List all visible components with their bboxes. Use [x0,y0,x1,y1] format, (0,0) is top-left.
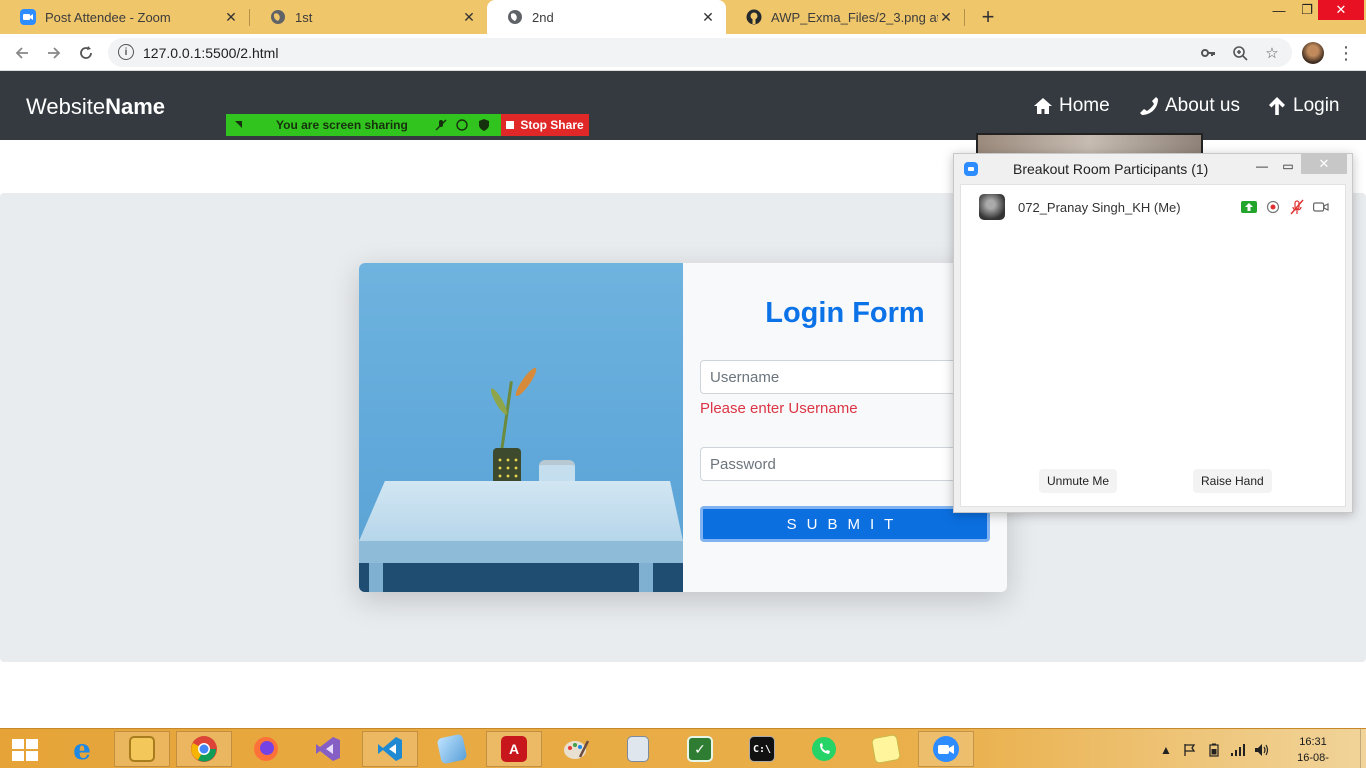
stop-share-button[interactable]: Stop Share [501,114,589,136]
windows-taskbar: e A ✓ C:\ ▲ 16:31 16-08-2020 [0,728,1366,768]
record-circle-icon[interactable] [455,118,469,132]
start-button[interactable] [12,739,39,761]
url-text: 127.0.0.1:5500/2.html [143,45,279,61]
record-icon [1265,199,1281,215]
file-explorer-icon[interactable] [114,731,170,767]
profile-avatar[interactable] [1302,42,1324,64]
window-close-button[interactable]: ✕ [1318,0,1364,20]
volume-icon[interactable] [1254,742,1270,758]
info-icon[interactable]: i [118,44,134,60]
acrobat-icon[interactable]: A [486,731,542,767]
stop-icon [506,121,515,129]
firefox-icon[interactable] [238,731,294,767]
show-desktop-button[interactable] [1360,729,1366,768]
reload-button[interactable] [74,41,98,65]
flag-icon[interactable] [1182,742,1198,758]
notepad-icon[interactable] [424,731,480,767]
zoom-window-title: Breakout Room Participants (1) [1013,161,1209,177]
globe-icon [507,9,523,25]
submit-button[interactable]: SUBMIT [700,506,990,542]
arrow-right-icon [48,47,61,59]
close-icon[interactable]: ✕ [223,9,239,25]
nav-link-about[interactable]: About us [1139,95,1240,117]
zoom-magnifier-icon[interactable] [1230,43,1250,63]
screen-share-bar[interactable]: You are screen sharing Stop Share [226,114,589,136]
vscode-icon[interactable] [362,731,418,767]
github-icon [746,9,762,25]
phone-icon [1140,97,1158,115]
shield-icon[interactable] [477,118,491,132]
site-navbar: WebsiteName Home About us Login [0,71,1366,140]
zoom-titlebar[interactable]: Breakout Room Participants (1) — ▭ ✕ [954,154,1352,184]
whatsapp-icon[interactable] [796,731,852,767]
nav-link-home[interactable]: Home [1033,95,1110,117]
cmd-icon[interactable]: C:\ [734,731,790,767]
arrow-left-icon [15,47,28,59]
share-status[interactable]: You are screen sharing [226,114,501,136]
forward-button[interactable] [42,41,66,65]
video-icon[interactable] [1313,199,1329,215]
bookmark-star-icon[interactable]: ☆ [1262,43,1282,63]
taskbar-clock[interactable]: 16:31 16-08-2020 [1288,734,1338,768]
zoom-participants-window: Breakout Room Participants (1) — ▭ ✕ 072… [953,153,1353,513]
zoom-icon [20,9,36,25]
more-menu-icon[interactable]: ⋮ [1337,42,1355,64]
reload-icon [80,46,92,59]
mic-muted-icon[interactable] [434,118,448,132]
browser-tab-strip: Post Attendee - Zoom ✕ 1st ✕ 2nd ✕ AWP_E… [0,0,1366,34]
address-bar[interactable]: i 127.0.0.1:5500/2.html ☆ [108,38,1292,67]
tab-github-file[interactable]: AWP_Exma_Files/2_3.png at mast ✕ [726,0,964,34]
browser-toolbar: i 127.0.0.1:5500/2.html ☆ ⋮ [0,34,1366,71]
participants-list: 072_Pranay Singh_KH (Me) Unmute Me Raise… [960,184,1346,507]
close-icon[interactable]: ✕ [700,9,716,25]
tab-post-attendee-zoom[interactable]: Post Attendee - Zoom ✕ [0,0,249,34]
key-icon[interactable] [1198,43,1218,63]
internet-explorer-icon[interactable]: e [54,731,110,767]
username-error: Please enter Username [700,400,858,417]
project-icon[interactable]: ✓ [672,731,728,767]
avatar [979,194,1005,220]
battery-icon[interactable] [1206,742,1222,758]
globe-icon [270,9,286,25]
password-input[interactable] [700,447,990,481]
share-screen-icon [1241,199,1257,215]
sticky-notes-icon[interactable] [858,731,914,767]
close-icon[interactable]: ✕ [938,9,954,25]
zoom-maximize-button[interactable]: ▭ [1276,156,1300,176]
participant-name: 072_Pranay Singh_KH (Me) [1018,199,1181,215]
tab-separator [964,9,965,26]
arrow-up-icon [1269,97,1285,115]
decorative-photo [359,263,683,592]
brand-logo[interactable]: WebsiteName [26,94,165,120]
calculator-icon[interactable] [610,731,666,767]
show-hidden-icons[interactable]: ▲ [1158,742,1174,758]
mic-muted-icon[interactable] [1289,199,1305,215]
unmute-me-button[interactable]: Unmute Me [1039,469,1118,493]
nav-link-login[interactable]: Login [1267,95,1340,117]
zoom-minimize-button[interactable]: — [1250,156,1274,176]
new-tab-button[interactable]: + [976,4,1000,30]
username-input[interactable] [700,360,990,394]
login-card: Login Form Please enter Username SUBMIT [359,263,1007,592]
close-icon[interactable]: ✕ [461,9,477,25]
chrome-icon[interactable] [176,731,232,767]
zoom-close-button[interactable]: ✕ [1301,154,1347,174]
tab-1st[interactable]: 1st ✕ [250,0,487,34]
drag-handle-icon[interactable] [232,118,246,132]
tab-2nd[interactable]: 2nd ✕ [487,0,726,34]
raise-hand-button[interactable]: Raise Hand [1193,469,1272,493]
participant-row[interactable]: 072_Pranay Singh_KH (Me) [979,193,1339,221]
back-button[interactable] [10,41,34,65]
paint-icon[interactable] [548,731,604,767]
network-icon[interactable] [1230,742,1246,758]
home-icon [1034,98,1052,114]
zoom-icon[interactable] [918,731,974,767]
visual-studio-icon[interactable] [300,731,356,767]
zoom-icon [964,162,978,176]
